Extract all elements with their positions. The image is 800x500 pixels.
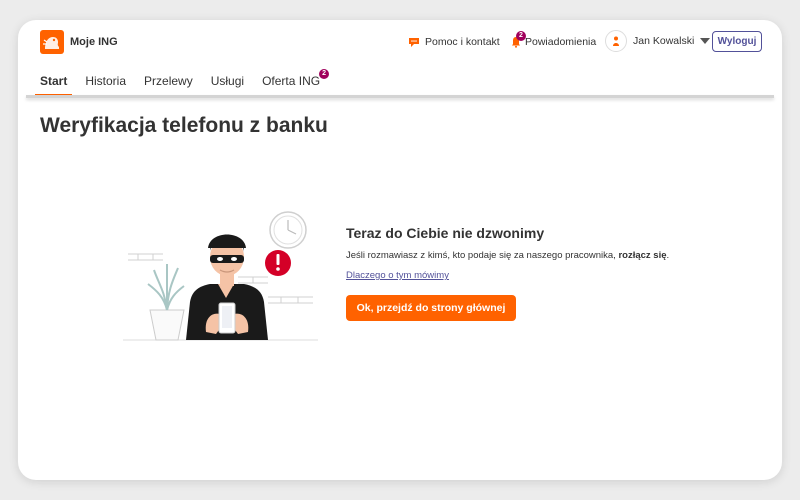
- offer-badge: 2: [319, 69, 330, 79]
- app-window: Moje ING Pomoc i kontakt 2 Powiadomienia: [18, 20, 782, 480]
- notifications-label: Powiadomienia: [525, 36, 597, 48]
- notifications-link[interactable]: 2 Powiadomienia: [510, 31, 597, 48]
- bell-icon: 2: [510, 31, 526, 48]
- info-description: Jeśli rozmawiasz z kimś, kto podaje się …: [346, 250, 670, 261]
- app-title: Moje ING: [70, 36, 118, 48]
- tab-oferta-ing[interactable]: Oferta ING 2: [262, 69, 330, 96]
- nav-divider: [26, 95, 774, 98]
- tab-uslugi[interactable]: Usługi: [211, 74, 244, 96]
- top-bar: Moje ING Pomoc i kontakt 2 Powiadomienia: [18, 20, 782, 66]
- user-menu[interactable]: Jan Kowalski: [605, 30, 711, 52]
- notifications-badge: 2: [516, 31, 526, 41]
- main-nav-tabs: Start Historia Przelewy Usługi Oferta IN…: [34, 69, 338, 97]
- ing-lion-logo[interactable]: [40, 30, 64, 54]
- chat-icon: [409, 38, 419, 47]
- info-heading: Teraz do Ciebie nie dzwonimy: [346, 225, 545, 241]
- tab-start[interactable]: Start: [34, 74, 73, 97]
- logout-button[interactable]: Wyloguj: [712, 31, 762, 52]
- page-title: Weryfikacja telefonu z banku: [40, 114, 328, 137]
- info-panel: Teraz do Ciebie nie dzwonimy Jeśli rozma…: [346, 225, 669, 283]
- user-name: Jan Kowalski: [633, 35, 695, 47]
- tab-historia[interactable]: Historia: [85, 74, 126, 96]
- hang-up-emphasis: rozłącz się: [618, 250, 667, 261]
- scammer-illustration: [123, 211, 318, 341]
- tab-przelewy[interactable]: Przelewy: [144, 74, 193, 96]
- chevron-down-icon: [700, 38, 711, 44]
- go-to-home-button[interactable]: Ok, przejdź do strony głównej: [346, 295, 516, 321]
- why-we-say-this-link[interactable]: Dlaczego o tym mówimy: [346, 270, 449, 281]
- help-contact-link[interactable]: Pomoc i kontakt: [408, 36, 500, 48]
- help-label: Pomoc i kontakt: [425, 36, 500, 48]
- user-icon: [605, 30, 627, 52]
